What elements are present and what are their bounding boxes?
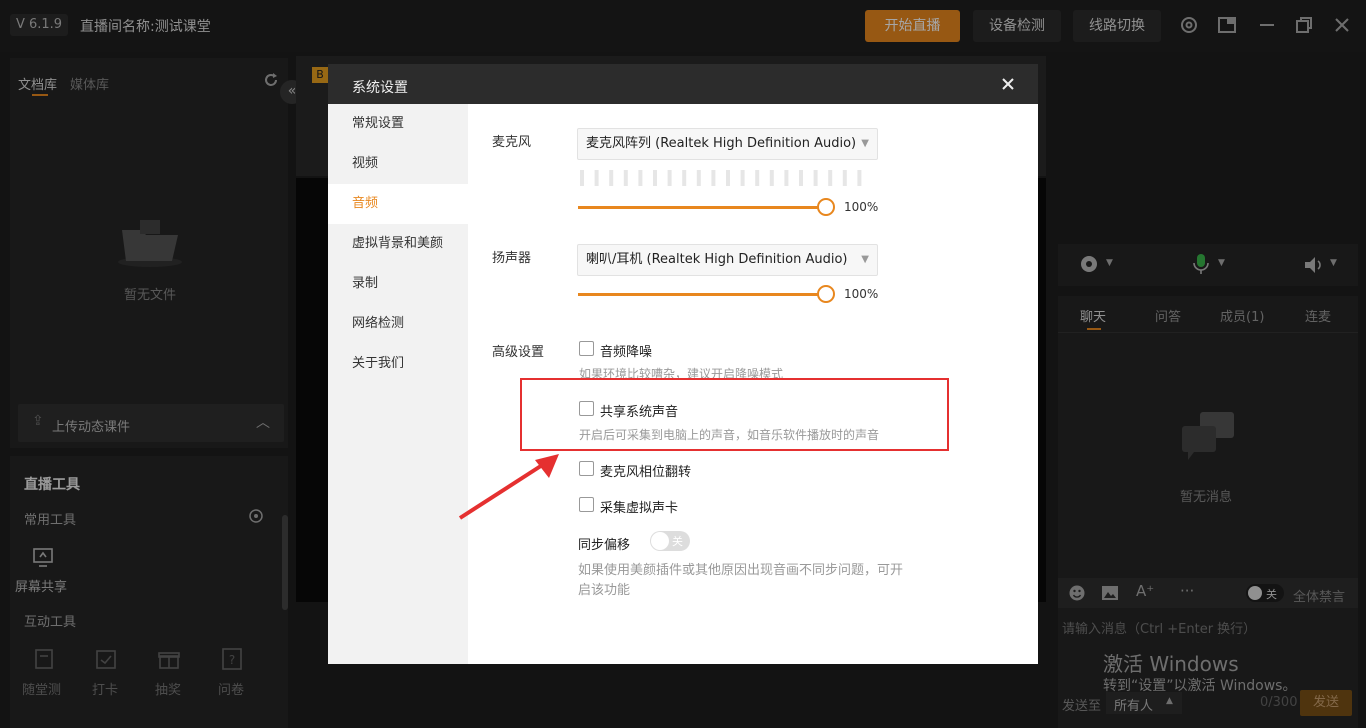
virtual-sound-card-checkbox[interactable] (579, 497, 594, 512)
meter-segment (638, 170, 643, 186)
mic-phase-invert-label: 麦克风相位翻转 (600, 465, 692, 480)
sync-offset-desc-line2: 启该功能 (578, 583, 631, 598)
meter-segment (799, 170, 803, 186)
mic-label: 麦克风 (492, 135, 532, 150)
mic-volume-value: 100% (844, 200, 879, 214)
sync-offset-label: 同步偏移 (578, 538, 631, 553)
mic-device-value: 麦克风阵列 (Realtek High Definition Audio) (586, 136, 857, 151)
annotation-arrow-icon (458, 454, 559, 520)
meter-segment (594, 170, 599, 186)
meter-segment (609, 170, 614, 186)
sync-toggle-knob (651, 532, 669, 550)
mic-volume-track[interactable] (578, 206, 826, 209)
nav-about[interactable]: 关于我们 (328, 344, 468, 384)
nav-video[interactable]: 视频 (328, 144, 468, 184)
meter-segment (580, 170, 584, 186)
meter-segment (667, 170, 672, 186)
meter-segment (857, 170, 862, 186)
meter-segment (653, 170, 657, 186)
close-icon[interactable] (1001, 77, 1015, 91)
speaker-volume-knob[interactable] (817, 285, 835, 303)
highlight-box (520, 378, 949, 451)
settings-nav: 常规设置 视频 音频 虚拟背景和美颜 录制 网络检测 关于我们 (328, 104, 468, 664)
noise-reduction-checkbox[interactable] (579, 341, 594, 356)
nav-network-check[interactable]: 网络检测 (328, 304, 468, 344)
sync-offset-toggle[interactable]: 关 (650, 531, 690, 551)
meter-segment (740, 170, 745, 186)
virtual-sound-card-label: 采集虚拟声卡 (600, 501, 679, 516)
meter-segment (769, 170, 774, 186)
speaker-volume-value: 100% (844, 287, 879, 301)
nav-recording[interactable]: 录制 (328, 264, 468, 304)
meter-segment (784, 170, 789, 186)
sync-offset-desc-line1: 如果使用美颜插件或其他原因出现音画不同步问题，可开 (578, 563, 904, 578)
noise-reduction-label: 音频降噪 (600, 345, 653, 360)
mic-select-arrow-icon: ▼ (861, 138, 869, 149)
nav-virtual-background[interactable]: 虚拟背景和美颜 (328, 224, 468, 264)
mic-phase-invert-checkbox[interactable] (579, 461, 594, 476)
meter-segment (726, 170, 730, 186)
dialog-header: 系统设置 (328, 64, 1038, 104)
mic-device-select[interactable]: 麦克风阵列 (Realtek High Definition Audio) ▼ (577, 128, 878, 160)
meter-segment (682, 170, 687, 186)
meter-segment (755, 170, 760, 186)
meter-segment (696, 170, 701, 186)
meter-segment (828, 170, 833, 186)
dialog-title: 系统设置 (352, 80, 408, 96)
mic-level-meter (580, 170, 862, 186)
settings-dialog: 系统设置 常规设置 视频 音频 虚拟背景和美颜 录制 网络检测 关于我们 麦克风… (328, 64, 1038, 664)
nav-audio[interactable]: 音频 (328, 184, 468, 224)
advanced-label: 高级设置 (492, 345, 545, 360)
mic-volume-knob[interactable] (817, 198, 835, 216)
speaker-volume-track[interactable] (578, 293, 826, 296)
meter-segment (623, 170, 628, 186)
sync-toggle-text: 关 (672, 535, 683, 548)
speaker-select-arrow-icon: ▼ (861, 254, 869, 265)
speaker-label: 扬声器 (492, 251, 532, 266)
meter-segment (842, 170, 847, 186)
meter-segment (711, 170, 716, 186)
meter-segment (813, 170, 818, 186)
speaker-device-select[interactable]: 喇叭/耳机 (Realtek High Definition Audio) ▼ (577, 244, 878, 276)
speaker-device-value: 喇叭/耳机 (Realtek High Definition Audio) (586, 252, 848, 267)
nav-general[interactable]: 常规设置 (328, 104, 468, 144)
